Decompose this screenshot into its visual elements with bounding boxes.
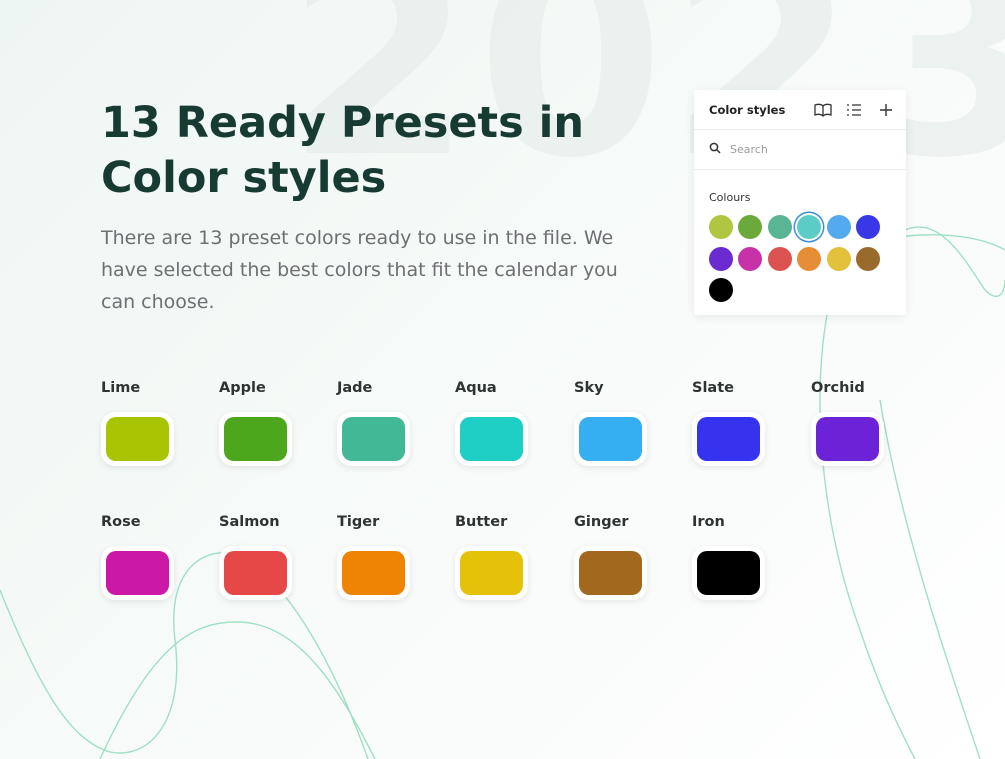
color-swatch-ginger: Ginger xyxy=(574,512,674,600)
swatch-label: Iron xyxy=(692,514,725,530)
swatch-color-fill xyxy=(342,417,405,461)
swatch-label: Rose xyxy=(101,514,141,530)
swatch-color-fill xyxy=(460,417,523,461)
swatch-color-fill xyxy=(579,417,642,461)
color-swatch-aqua: Aqua xyxy=(455,378,555,466)
color-dot[interactable] xyxy=(709,278,733,302)
color-dot[interactable] xyxy=(738,215,763,239)
swatch-color-fill xyxy=(460,551,523,595)
swatch-label: Tiger xyxy=(337,514,380,530)
color-swatch-orchid: Orchid xyxy=(811,378,911,466)
color-swatch-sky: Sky xyxy=(574,378,674,466)
color-styles-panel: Color styles Colours xyxy=(694,90,906,315)
color-dot[interactable] xyxy=(855,246,880,271)
swatch-chip xyxy=(811,412,884,466)
color-swatch-butter: Butter xyxy=(455,512,555,600)
swatch-label: Butter xyxy=(455,514,508,530)
swatch-label: Lime xyxy=(101,380,141,396)
color-dot[interactable] xyxy=(826,215,851,239)
search-input[interactable] xyxy=(728,142,882,157)
color-swatch-lime: Lime xyxy=(101,378,201,466)
color-dot[interactable] xyxy=(826,246,851,271)
color-dot[interactable] xyxy=(855,215,880,239)
swatch-color-fill xyxy=(106,551,169,595)
swatch-chip xyxy=(455,546,528,600)
swatch-label: Slate xyxy=(692,380,734,396)
color-swatch-rose: Rose xyxy=(101,512,201,600)
swatch-label: Apple xyxy=(219,380,266,396)
color-dot-grid xyxy=(709,215,899,310)
swatch-color-fill xyxy=(697,551,760,595)
search-icon xyxy=(709,141,721,159)
swatch-chip xyxy=(101,546,174,600)
swatch-color-fill xyxy=(224,417,287,461)
page-title: 13 Ready Presets in Color styles xyxy=(101,96,661,206)
description-text: There are 13 preset colors ready to use … xyxy=(101,227,618,313)
swatch-chip xyxy=(692,546,765,600)
color-swatch-apple: Apple xyxy=(219,378,319,466)
swatch-chip xyxy=(574,412,647,466)
swatch-color-fill xyxy=(816,417,879,461)
swatch-chip xyxy=(337,546,410,600)
swatch-color-fill xyxy=(224,551,287,595)
title-line-2: Color styles xyxy=(101,153,387,203)
panel-title: Color styles xyxy=(709,102,786,117)
swatch-label: Sky xyxy=(574,380,604,396)
color-dot[interactable] xyxy=(797,246,822,271)
swatch-chip xyxy=(337,412,410,466)
swatch-label: Orchid xyxy=(811,380,865,396)
title-line-1: 13 Ready Presets in xyxy=(101,98,584,148)
swatch-color-fill xyxy=(697,417,760,461)
color-dot[interactable] xyxy=(709,246,733,271)
color-dot[interactable] xyxy=(709,215,733,239)
swatch-label: Jade xyxy=(337,380,373,396)
color-dot[interactable] xyxy=(767,246,792,271)
swatch-color-fill xyxy=(342,551,405,595)
color-swatch-iron: Iron xyxy=(692,512,792,600)
color-swatch-jade: Jade xyxy=(337,378,437,466)
swatch-label: Ginger xyxy=(574,514,629,530)
book-icon[interactable] xyxy=(814,102,832,118)
swatch-label: Aqua xyxy=(455,380,497,396)
swatch-color-fill xyxy=(579,551,642,595)
swatch-label: Salmon xyxy=(219,514,280,530)
list-icon[interactable] xyxy=(846,102,862,118)
color-dot[interactable] xyxy=(738,246,763,271)
color-swatch-tiger: Tiger xyxy=(337,512,437,600)
color-swatch-salmon: Salmon xyxy=(219,512,319,600)
color-dot[interactable] xyxy=(767,215,792,239)
swatch-chip xyxy=(574,546,647,600)
colours-section-label: Colours xyxy=(709,191,751,204)
panel-header: Color styles xyxy=(694,90,906,130)
swatch-chip xyxy=(219,412,292,466)
color-dot[interactable] xyxy=(797,215,822,239)
swatch-chip xyxy=(692,412,765,466)
plus-icon[interactable] xyxy=(878,102,894,118)
swatch-chip xyxy=(219,546,292,600)
search-bar xyxy=(694,130,906,170)
swatch-chip xyxy=(101,412,174,466)
color-swatch-slate: Slate xyxy=(692,378,792,466)
swatch-color-fill xyxy=(106,417,169,461)
swatch-chip xyxy=(455,412,528,466)
